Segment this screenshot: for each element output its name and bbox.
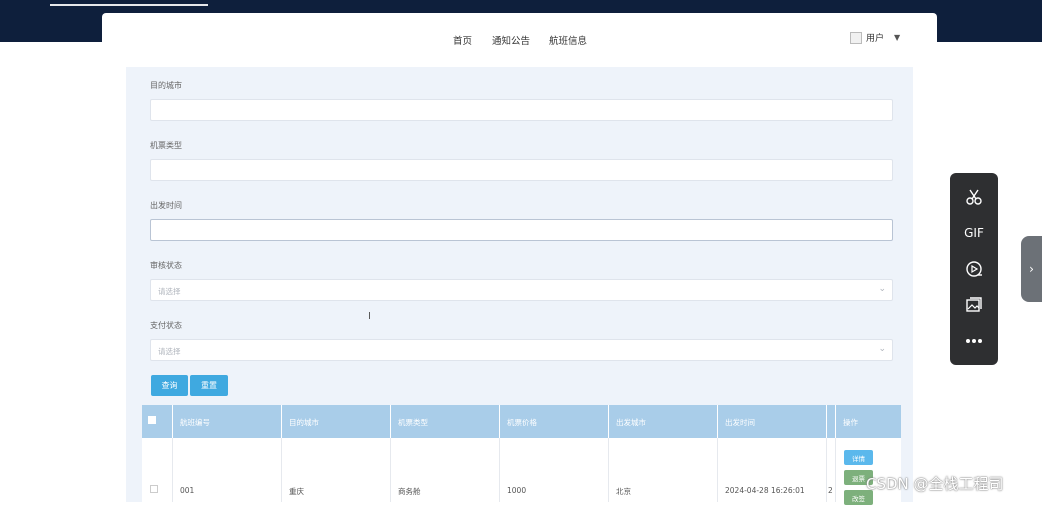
screen-record-icon[interactable] [950,259,998,279]
depart-time-input[interactable] [150,219,893,241]
col-depart-city: 出发城市 [609,405,718,438]
row-checkbox[interactable] [150,485,158,493]
floating-toolbar: GIF [950,173,998,365]
gif-icon[interactable]: GIF [950,223,998,243]
top-nav: 首页 通知公告 航班信息 用户 ▼ [102,13,937,65]
chevron-down-icon: ⌄ [878,284,886,294]
row-select-cell [142,438,173,502]
select-placeholder: 请选择 [158,287,181,296]
scissors-icon[interactable] [950,187,998,207]
audit-status-label: 审核状态 [150,261,182,270]
user-menu[interactable]: 用户 ▼ [850,31,900,44]
table-header: 航班编号 目的城市 机票类型 机票价格 出发城市 出发时间 操作 [142,405,901,438]
depart-time-label: 出发时间 [150,201,182,210]
reset-button[interactable]: 重置 [190,375,228,396]
col-depart-time: 出发时间 [718,405,827,438]
ticket-type-label: 机票类型 [150,141,182,150]
user-label: 用户 [866,34,885,44]
watermark-text: CSDN @全栈工程司 [866,475,1004,493]
pay-status-select[interactable]: 请选择 ⌄ [150,339,893,361]
more-icon[interactable] [950,331,998,351]
col-truncated [827,405,836,438]
select-placeholder: 请选择 [158,347,181,356]
select-all-cell [142,405,173,438]
cell-ticket-type: 商务舱 [391,438,500,502]
nav-home[interactable]: 首页 [453,33,472,47]
avatar [850,31,862,44]
chevron-down-icon: ⌄ [878,344,886,354]
chevron-down-icon: ▼ [894,33,901,42]
ticket-type-input[interactable] [150,159,893,181]
col-ticket-price: 机票价格 [500,405,609,438]
col-actions: 操作 [843,418,858,427]
flight-table: 航班编号 目的城市 机票类型 机票价格 出发城市 出发时间 操作 001 重庆 … [142,405,901,505]
cell-truncated: 2 [827,438,836,502]
nav-notice[interactable]: 通知公告 [492,33,530,47]
col-ticket-type: 机票类型 [391,405,500,438]
select-all-checkbox[interactable] [148,416,156,424]
text-cursor-icon: I [368,311,371,322]
col-flight-no: 航班编号 [173,405,282,438]
detail-button[interactable]: 详情 [844,450,873,465]
nav-flight-info[interactable]: 航班信息 [549,33,587,47]
chevron-right-icon[interactable]: › [1021,236,1042,302]
cell-ticket-price: 1000 [500,438,609,502]
cell-dest-city: 重庆 [282,438,391,502]
cell-depart-city: 北京 [609,438,718,502]
cell-flight-no: 001 [173,438,282,502]
pay-status-label: 支付状态 [150,321,182,330]
cell-depart-time: 2024-04-28 16:26:01 [718,438,827,502]
image-icon[interactable] [950,295,998,315]
dest-city-label: 目的城市 [150,81,182,90]
dest-city-input[interactable] [150,99,893,121]
audit-status-select[interactable]: 请选择 ⌄ [150,279,893,301]
query-button[interactable]: 查询 [151,375,188,396]
col-dest-city: 目的城市 [282,405,391,438]
header-accent-line [50,4,208,6]
